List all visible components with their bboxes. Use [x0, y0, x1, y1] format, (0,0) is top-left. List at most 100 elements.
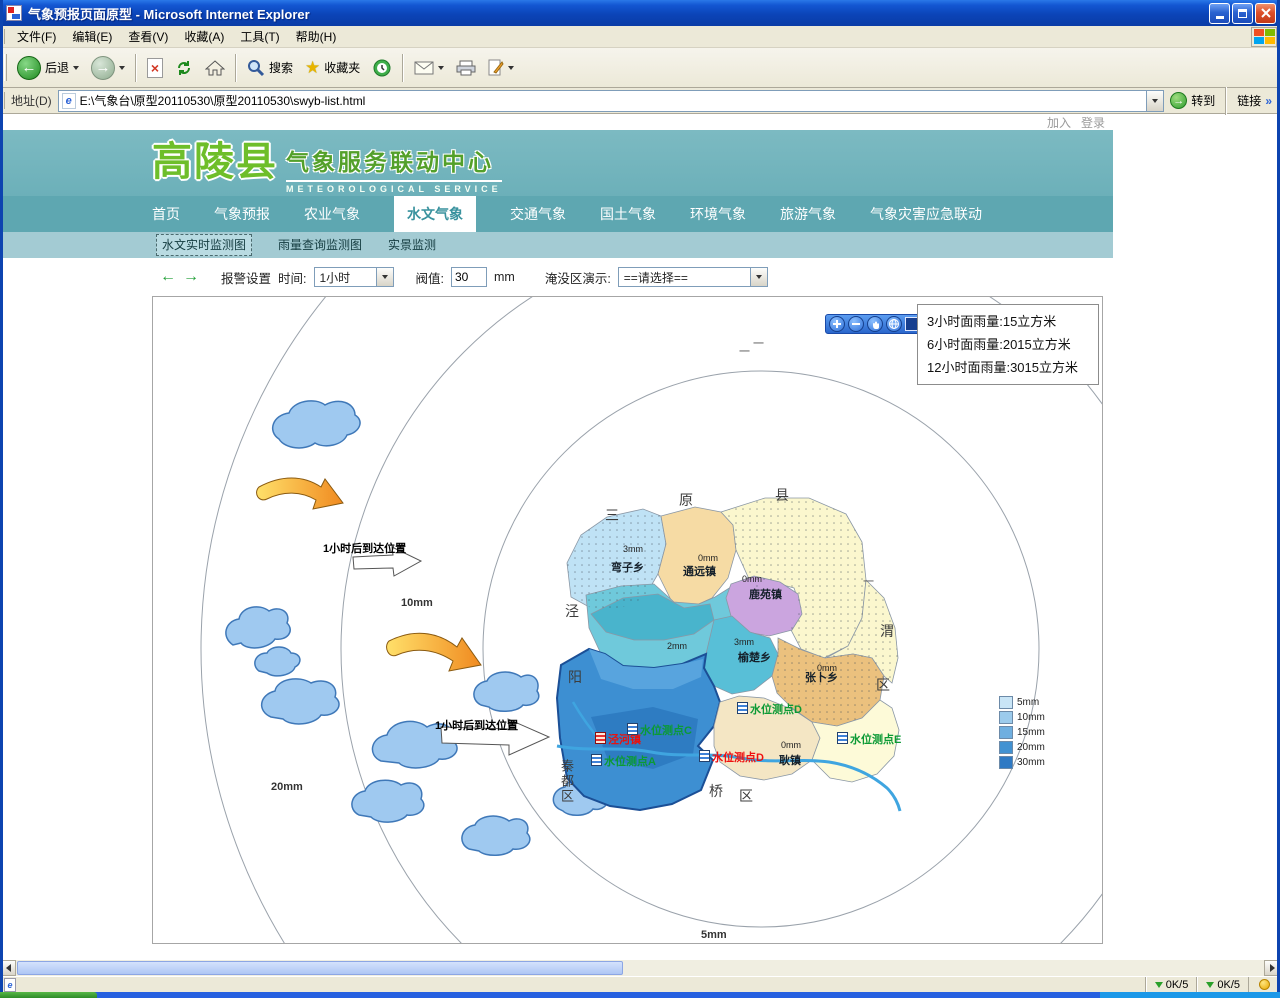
refresh-icon	[175, 59, 193, 77]
scrollbar-thumb[interactable]	[17, 961, 623, 975]
menu-item[interactable]: 文件(F)	[9, 25, 64, 48]
address-input[interactable]: e E:\气象台\原型20110530\原型20110530\swyb-list…	[58, 90, 1165, 112]
map-label[interactable]: 水位测点E	[837, 731, 901, 747]
toolbar-grip[interactable]	[4, 54, 7, 81]
top-link[interactable]: 加入	[1047, 114, 1071, 131]
maximize-button[interactable]	[1232, 3, 1253, 24]
home-button[interactable]	[199, 51, 231, 85]
title-bar[interactable]: 气象预报页面原型 - Microsoft Internet Explorer	[0, 0, 1280, 26]
mail-icon	[414, 61, 434, 75]
search-button[interactable]: 搜索	[241, 51, 299, 85]
links-menu[interactable]: 链接 »	[1231, 92, 1280, 109]
menu-item[interactable]: 查看(V)	[120, 25, 176, 48]
map-label: 耿镇	[779, 752, 801, 768]
map-label: 1小时后到达位置	[323, 540, 406, 556]
map-label: 3mm	[623, 544, 643, 554]
map-label: 20mm	[271, 781, 303, 793]
map-label: 0mm	[742, 574, 762, 584]
chevron-down-icon	[756, 275, 762, 279]
map-label: 渭	[880, 621, 895, 641]
start-button[interactable]	[0, 992, 97, 998]
top-link[interactable]: 登录	[1081, 114, 1105, 131]
address-dropdown-button[interactable]	[1146, 91, 1163, 111]
nav-tab[interactable]: 首页	[152, 196, 180, 232]
stop-button[interactable]: ×	[141, 51, 169, 85]
favorites-button[interactable]: ★ 收藏夹	[299, 51, 366, 85]
horizontal-scrollbar[interactable]	[0, 960, 1280, 976]
separator	[235, 54, 237, 82]
nav-tab[interactable]: 环境气象	[690, 196, 746, 232]
alarm-settings-label: 报警设置	[221, 268, 271, 287]
edit-dropdown-icon	[508, 66, 514, 70]
address-value: E:\气象台\原型20110530\原型20110530\swyb-list.h…	[80, 92, 1147, 109]
threshold-input[interactable]	[451, 267, 487, 287]
home-icon	[205, 59, 225, 77]
history-icon	[372, 58, 392, 78]
transfer-status-cell: 0K/5	[1197, 977, 1249, 992]
nav-tab[interactable]: 旅游气象	[780, 196, 836, 232]
nav-tab[interactable]: 农业气象	[304, 196, 360, 232]
status-bar: e 0K/5 0K/5	[0, 976, 1280, 992]
forward-arrow-icon[interactable]: →	[183, 269, 199, 285]
map-label: 三	[605, 505, 620, 525]
subnav-tab[interactable]: 实景监测	[388, 237, 436, 253]
main-navigation: 首页气象预报农业气象水文气象交通气象国土气象环境气象旅游气象气象灾害应急联动	[0, 196, 1113, 232]
time-select[interactable]: 1小时	[314, 267, 394, 287]
account-links: 加入登录	[0, 114, 1113, 130]
logo-title-text: 气象服务联动中心	[286, 143, 502, 177]
history-button[interactable]	[366, 51, 398, 85]
map-label: 秦都区	[557, 759, 576, 804]
menu-item[interactable]: 编辑(E)	[64, 25, 120, 48]
status-transfer-panels: 0K/5 0K/5	[1146, 977, 1249, 992]
menu-item[interactable]: 帮助(H)	[288, 25, 345, 48]
nav-tab[interactable]: 气象预报	[214, 196, 270, 232]
triangle-right-icon	[1270, 964, 1275, 972]
hydrology-map[interactable]: 3小时面雨量:15立方米6小时面雨量:2015立方米12小时面雨量:3015立方…	[152, 296, 1103, 944]
flood-select-value: ==请选择==	[619, 269, 750, 286]
go-button[interactable]: → 转到	[1164, 90, 1221, 111]
menu-bar: 文件(F)编辑(E)查看(V)收藏(A)工具(T)帮助(H)	[0, 26, 1280, 48]
transfer-rate-text: 0K/5	[1166, 979, 1189, 991]
map-label: 桥	[709, 781, 724, 801]
print-button[interactable]	[450, 51, 482, 85]
select-dropdown-button[interactable]	[750, 268, 767, 286]
menu-item[interactable]: 工具(T)	[232, 25, 287, 48]
subnav-tab[interactable]: 水文实时监测图	[156, 234, 252, 256]
map-labels-layer: 一一一三原县泾阳渭区桥区秦都区弯子乡3mm通远镇0mm鹿苑镇0mm榆楚乡3mm2…	[153, 297, 1103, 944]
flood-area-select[interactable]: ==请选择==	[618, 267, 768, 287]
download-arrow-icon	[1206, 982, 1214, 988]
separator	[1225, 87, 1227, 115]
back-arrow-icon[interactable]: ←	[160, 269, 176, 285]
map-label[interactable]: 水位测点D	[737, 701, 802, 717]
map-label[interactable]: 水位测点C	[627, 722, 692, 738]
go-label: 转到	[1191, 92, 1215, 109]
mail-button[interactable]	[408, 51, 450, 85]
map-label[interactable]: 水位测点A	[591, 753, 656, 769]
system-tray[interactable]	[1100, 992, 1280, 998]
chevron-down-icon	[382, 275, 388, 279]
links-label: 链接	[1237, 92, 1261, 109]
edit-button[interactable]	[482, 51, 520, 85]
back-button[interactable]: ← 后退	[11, 51, 85, 85]
nav-tab[interactable]: 气象灾害应急联动	[870, 196, 982, 232]
map-label: 阳	[568, 667, 583, 687]
map-label: 泾	[565, 601, 580, 621]
nav-tab[interactable]: 水文气象	[394, 196, 476, 232]
favorites-icon: ★	[305, 59, 320, 76]
minimize-button[interactable]	[1209, 3, 1230, 24]
time-label: 时间:	[278, 268, 306, 287]
menu-item[interactable]: 收藏(A)	[176, 25, 232, 48]
select-dropdown-button[interactable]	[376, 268, 393, 286]
windows-taskbar[interactable]	[0, 992, 1280, 998]
nav-tab[interactable]: 国土气象	[600, 196, 656, 232]
browser-viewport: 加入登录 高陵县 气象服务联动中心 METEOROLOGICAL SERVICE…	[0, 114, 1280, 960]
subnav-tab[interactable]: 雨量查询监测图	[278, 237, 362, 253]
nav-tab[interactable]: 交通气象	[510, 196, 566, 232]
map-label[interactable]: 水位测点D	[699, 749, 764, 765]
map-label: 一	[739, 343, 750, 359]
refresh-button[interactable]	[169, 51, 199, 85]
close-button[interactable]	[1255, 3, 1276, 24]
forward-button[interactable]: →	[85, 51, 131, 85]
site-header: 高陵县 气象服务联动中心 METEOROLOGICAL SERVICE	[0, 130, 1113, 196]
map-label: 3mm	[734, 637, 754, 647]
